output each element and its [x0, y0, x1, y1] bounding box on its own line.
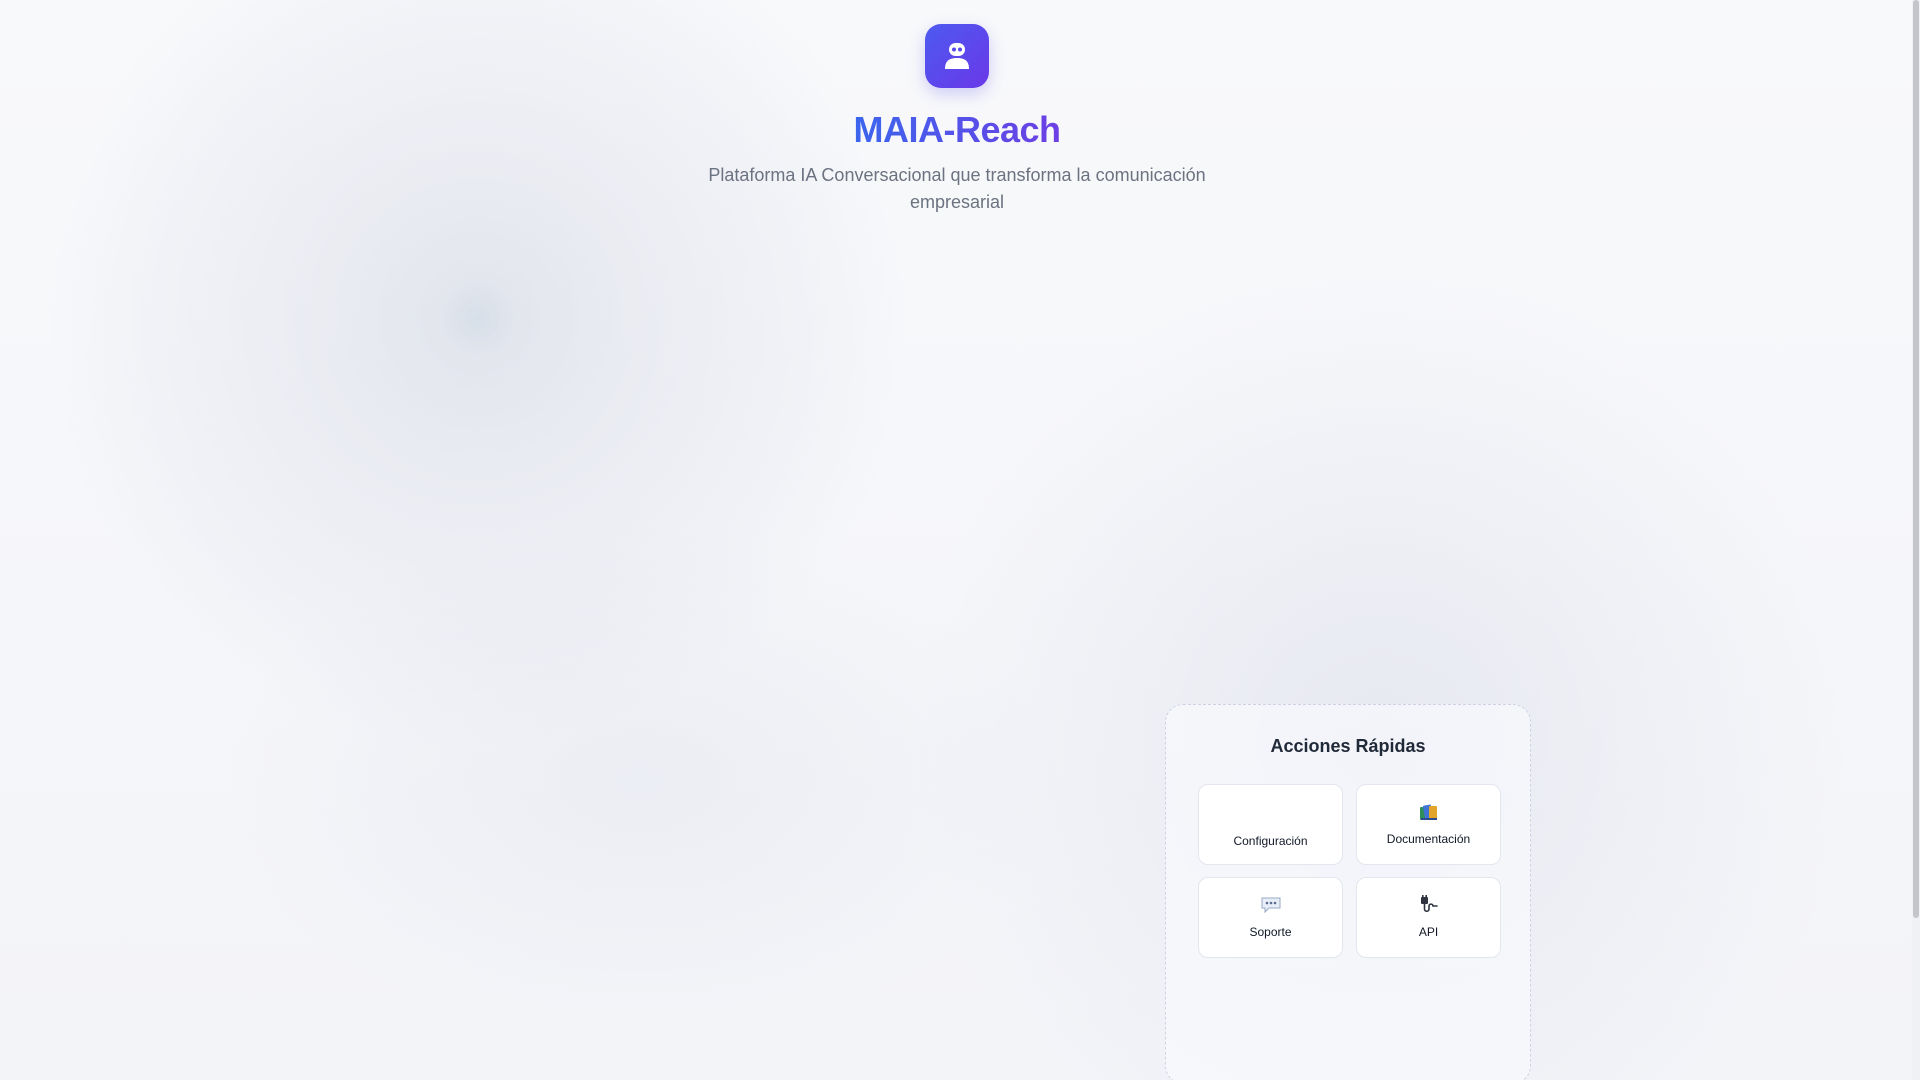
configuration-button[interactable]: Configuración [1198, 784, 1343, 865]
configuration-label: Configuración [1233, 834, 1308, 848]
quick-actions-panel: Acciones Rápidas Configuración Documenta… [1165, 704, 1531, 1080]
speech-bubble-icon [1261, 897, 1280, 914]
app-logo [925, 24, 989, 88]
support-label: Soporte [1249, 925, 1292, 939]
books-icon [1419, 804, 1437, 820]
scrollbar-thumb[interactable] [1913, 0, 1919, 918]
page-subtitle: Plataforma IA Conversacional que transfo… [708, 165, 1206, 212]
settings-icon [1199, 801, 1342, 823]
documentation-label: Documentación [1386, 832, 1471, 846]
support-button[interactable]: Soporte [1198, 877, 1343, 958]
robot-icon [945, 43, 969, 69]
api-label: API [1418, 925, 1439, 939]
plug-icon [1420, 895, 1438, 913]
vertical-scrollbar[interactable] [1912, 0, 1920, 1080]
quick-actions-title: Acciones Rápidas [1270, 736, 1426, 756]
documentation-button[interactable]: Documentación [1356, 784, 1501, 865]
api-button[interactable]: API [1356, 877, 1501, 958]
page-title: MAIA-Reach [853, 109, 1061, 150]
